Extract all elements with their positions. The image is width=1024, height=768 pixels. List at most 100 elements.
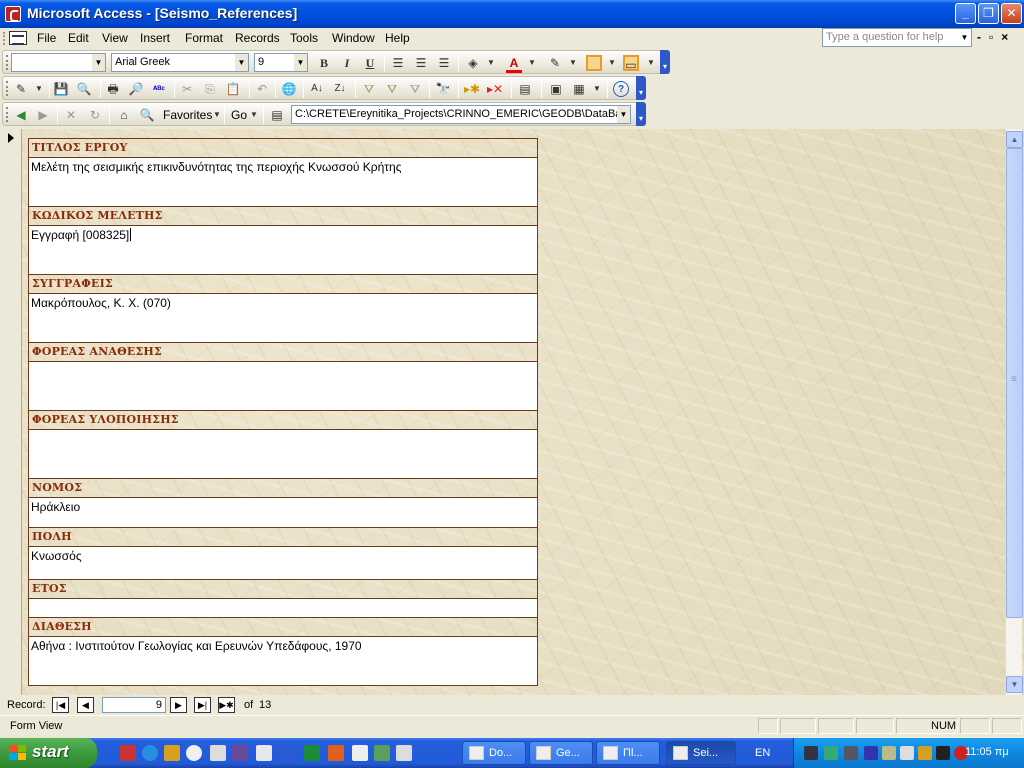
quicklaunch-icon[interactable] [256, 745, 272, 761]
chevron-down-icon[interactable]: ▼ [294, 54, 307, 71]
chevron-down-icon[interactable]: ▼ [958, 29, 971, 46]
toolbar-grip[interactable] [6, 107, 9, 122]
underline-button[interactable]: U [362, 55, 378, 71]
view-design-icon[interactable]: ✎ [13, 81, 29, 97]
field-input-year[interactable] [29, 599, 537, 618]
field-input-prefecture[interactable]: Ηράκλειο [29, 498, 537, 528]
toolbar-options-icon[interactable]: ▾ [636, 102, 646, 126]
chevron-down-icon[interactable]: ▼ [209, 107, 225, 123]
cut-icon[interactable]: ✂ [179, 81, 195, 97]
chevron-down-icon[interactable]: ▼ [565, 55, 581, 71]
tray-icon[interactable] [936, 746, 950, 760]
word-icon[interactable] [280, 745, 296, 761]
chevron-down-icon[interactable]: ▼ [246, 107, 262, 123]
tray-icon[interactable] [882, 746, 896, 760]
menu-records[interactable]: Records [235, 31, 280, 45]
chevron-down-icon[interactable]: ▼ [589, 81, 605, 97]
chevron-down-icon[interactable]: ▼ [92, 54, 105, 71]
tray-icon[interactable] [844, 746, 858, 760]
chevron-down-icon[interactable]: ▼ [524, 55, 540, 71]
field-input-commissioning-body[interactable] [29, 362, 537, 411]
mdi-restore-icon[interactable]: ▫ [989, 30, 1001, 44]
forward-icon[interactable]: ▶ [35, 107, 51, 123]
align-right-icon[interactable]: ☰ [436, 55, 452, 71]
new-record-icon[interactable]: ▸✱ [464, 81, 480, 97]
filter-by-selection-icon[interactable]: ⛛ [361, 81, 377, 97]
minimize-button[interactable]: _ [955, 3, 976, 24]
tray-icon[interactable] [864, 746, 878, 760]
field-input-study-code[interactable]: Εγγραφή [008325] [29, 226, 537, 275]
toolbar-grip[interactable] [6, 55, 9, 70]
field-input-title[interactable]: Μελέτη της σεισμικής επικινδυνότητας της… [29, 158, 537, 207]
italic-button[interactable]: I [339, 55, 355, 71]
new-object-icon[interactable]: ▦ [571, 81, 587, 97]
quicklaunch-icon[interactable] [210, 745, 226, 761]
undo-icon[interactable]: ↶ [254, 81, 270, 97]
search-file-icon[interactable]: 🔍 [76, 81, 92, 97]
scroll-thumb[interactable] [1006, 148, 1023, 618]
home-icon[interactable]: ⌂ [116, 107, 132, 123]
tray-icon[interactable] [804, 746, 818, 760]
toolbar-options-icon[interactable]: ▾ [636, 76, 646, 100]
menu-edit[interactable]: Edit [68, 31, 89, 45]
current-record-input[interactable]: 9 [102, 697, 166, 713]
print-icon[interactable]: 🖶 [105, 81, 121, 97]
filter-by-form-icon[interactable]: ⛛ [384, 81, 400, 97]
align-left-icon[interactable]: ☰ [390, 55, 406, 71]
fill-color-icon[interactable]: ◈ [465, 55, 481, 71]
object-combo[interactable]: ▼ [11, 53, 106, 72]
address-combo[interactable]: C:\CRETE\Ereynitika_Projects\CRINNO_EMER… [291, 105, 631, 124]
back-icon[interactable]: ◀ [13, 107, 29, 123]
scroll-up-icon[interactable]: ▲ [1006, 131, 1023, 148]
field-input-authors[interactable]: Μακρόπουλος, Κ. Χ. (070) [29, 294, 537, 343]
sort-descending-icon[interactable]: Z↓ [332, 81, 348, 97]
align-center-icon[interactable]: ☰ [413, 55, 429, 71]
menu-grip[interactable] [3, 32, 6, 45]
toolbar-options-icon[interactable]: ▾ [660, 50, 670, 74]
quicklaunch-icon[interactable] [164, 745, 180, 761]
favorites-button[interactable]: Favorites [163, 108, 212, 122]
vertical-scrollbar[interactable]: ▲ ▼ [1005, 129, 1023, 695]
field-input-availability[interactable]: Αθήνα : Ινστιτούτον Γεωλογίας και Ερευνώ… [29, 637, 537, 685]
chevron-down-icon[interactable]: ▼ [235, 54, 248, 71]
quicklaunch-icon[interactable] [120, 745, 136, 761]
powerpoint-icon[interactable] [328, 745, 344, 761]
last-record-button[interactable]: ▶| [194, 697, 211, 713]
access-app-icon[interactable] [5, 6, 21, 22]
previous-record-button[interactable]: ◀ [77, 697, 94, 713]
search-web-icon[interactable]: 🔍 [139, 107, 155, 123]
bold-button[interactable]: B [316, 55, 332, 71]
font-name-combo[interactable]: Arial Greek ▼ [111, 53, 249, 72]
menu-insert[interactable]: Insert [140, 31, 170, 45]
field-input-city[interactable]: Κνωσσός [29, 547, 537, 580]
database-window-icon[interactable]: ▣ [548, 81, 564, 97]
quicklaunch-icon[interactable] [396, 745, 412, 761]
font-size-combo[interactable]: 9 ▼ [254, 53, 308, 72]
help-icon[interactable]: ? [613, 81, 629, 97]
spelling-icon[interactable]: ᴬᴮᶜ [151, 81, 167, 97]
mdi-minimize-icon[interactable]: - [977, 30, 989, 44]
quicklaunch-icon[interactable] [232, 745, 248, 761]
help-search-input[interactable]: Type a question for help ▼ [822, 28, 972, 47]
first-record-button[interactable]: |◀ [52, 697, 69, 713]
task-button-seismo[interactable]: Sei... [666, 741, 736, 765]
sort-ascending-icon[interactable]: A↓ [309, 81, 325, 97]
delete-record-icon[interactable]: ▸✕ [487, 81, 503, 97]
toolbar-grip[interactable] [6, 81, 9, 96]
chevron-down-icon[interactable]: ▼ [643, 55, 659, 71]
new-record-button[interactable]: ▶✱ [218, 697, 235, 713]
refresh-icon[interactable]: ↻ [87, 107, 103, 123]
tray-icon[interactable] [918, 746, 932, 760]
menu-format[interactable]: Format [185, 31, 223, 45]
save-icon[interactable]: 💾 [53, 81, 69, 97]
copy-icon[interactable]: ⎘ [202, 81, 218, 97]
find-icon[interactable]: 🔭 [435, 81, 451, 97]
task-button-ge[interactable]: Ge... [529, 741, 593, 765]
show-only-web-toolbar-icon[interactable]: ▤ [269, 107, 285, 123]
menu-tools[interactable]: Tools [290, 31, 318, 45]
special-effect-icon[interactable]: ▭ [623, 55, 639, 72]
menu-view[interactable]: View [102, 31, 128, 45]
restore-button[interactable]: ❐ [978, 3, 999, 24]
menu-help[interactable]: Help [385, 31, 410, 45]
menu-file[interactable]: File [37, 31, 56, 45]
